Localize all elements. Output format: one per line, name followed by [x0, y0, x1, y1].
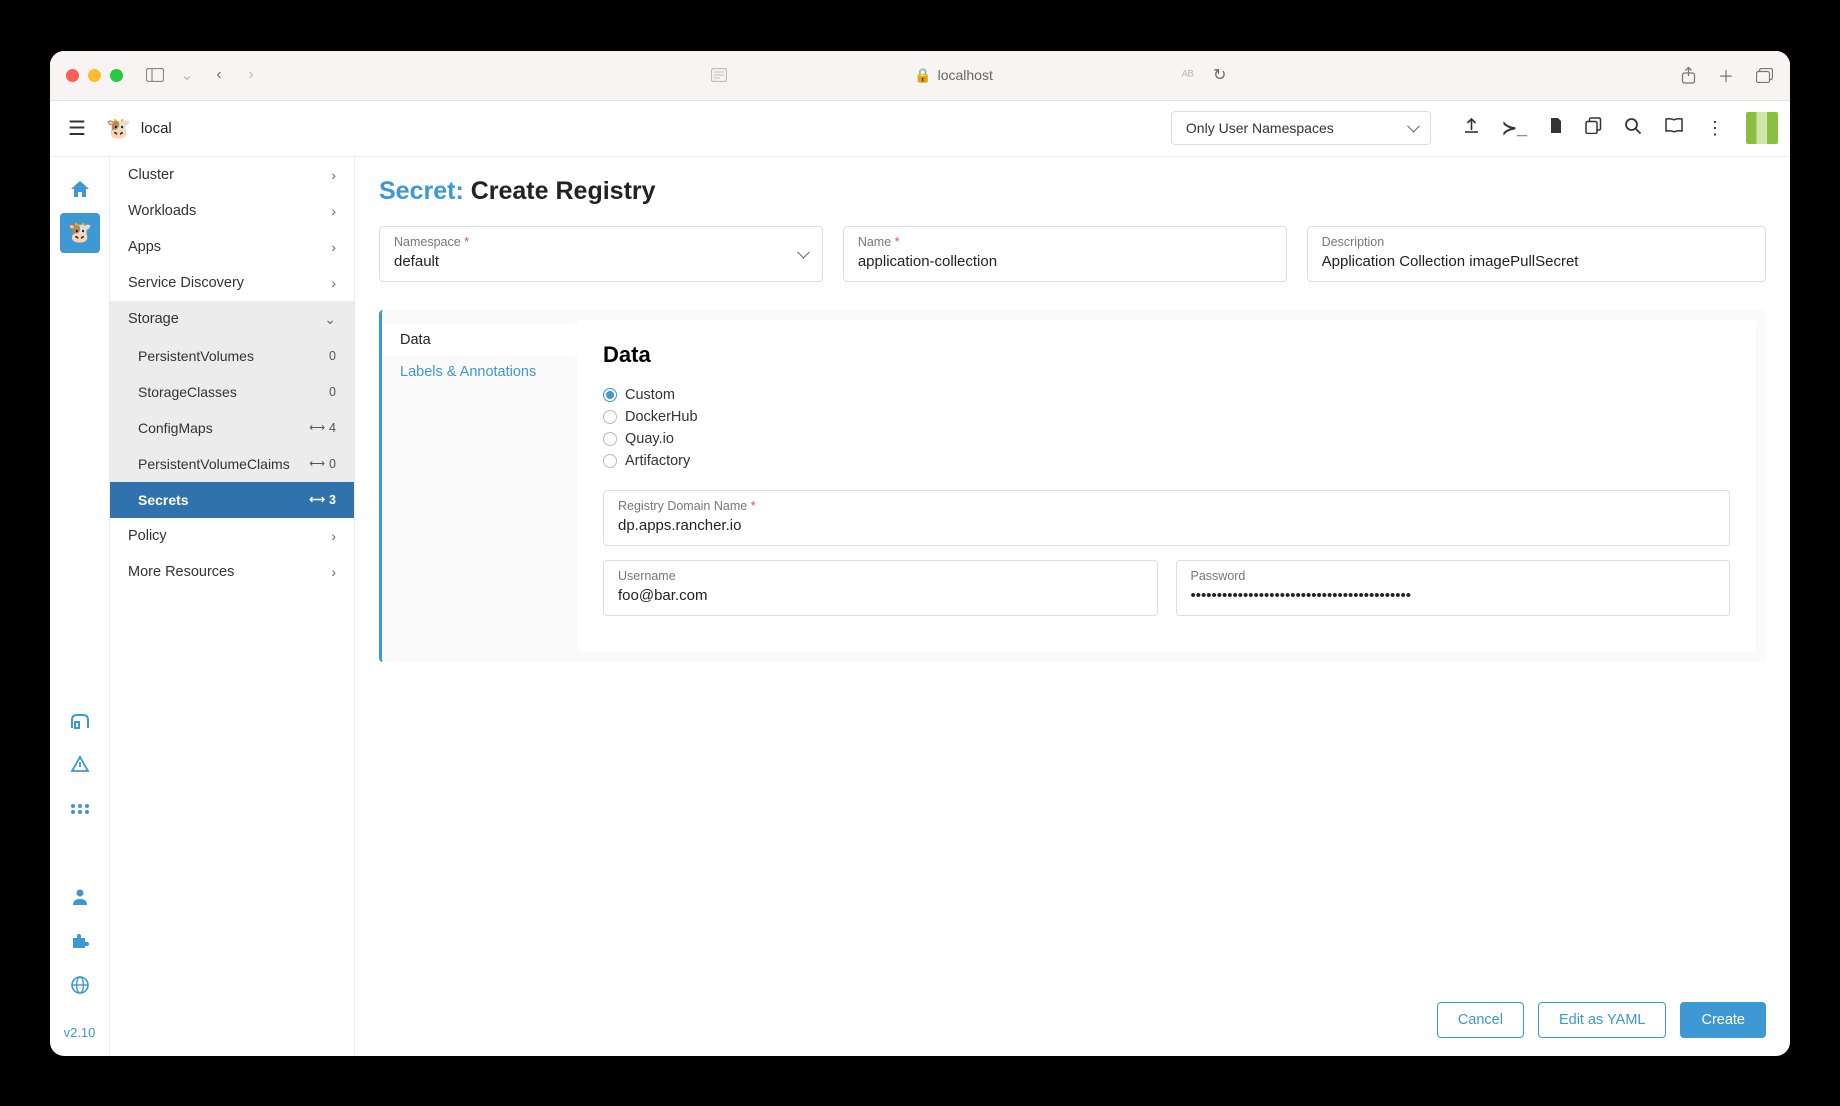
nav-pvc[interactable]: PersistentVolumeClaims⟷0	[110, 446, 354, 482]
address-bar[interactable]: 🔒 localhost	[741, 67, 1165, 84]
radio-artifactory[interactable]: Artifactory	[603, 450, 1730, 472]
nav-secrets[interactable]: Secrets⟷3	[110, 482, 354, 518]
nav-cluster[interactable]: Cluster›	[110, 157, 354, 193]
tab-data[interactable]: Data	[382, 324, 577, 356]
section-heading: Data	[603, 342, 1730, 368]
panel-tabs: Data Labels & Annotations	[382, 310, 577, 662]
nav-workloads[interactable]: Workloads›	[110, 193, 354, 229]
brand-logo	[1746, 112, 1778, 144]
copy-icon[interactable]	[1585, 117, 1602, 139]
nav-configmaps[interactable]: ConfigMaps⟷4	[110, 410, 354, 446]
namespace-select[interactable]: Namespace * default	[379, 226, 823, 282]
reload-icon[interactable]: ↻	[1210, 65, 1230, 85]
description-field[interactable]: Description	[1307, 226, 1766, 282]
header-action-icons: ≻_ ⋮	[1463, 117, 1724, 140]
rail-extensions-icon[interactable]	[60, 921, 100, 961]
password-input[interactable]	[1191, 587, 1716, 604]
radio-dot-icon	[603, 410, 617, 424]
maximize-window-icon[interactable]	[110, 69, 123, 82]
kebab-menu-icon[interactable]: ⋮	[1706, 118, 1724, 139]
new-tab-icon[interactable]: ＋	[1716, 65, 1736, 85]
reader-icon[interactable]	[709, 65, 729, 85]
close-window-icon[interactable]	[66, 69, 79, 82]
username-field[interactable]: Username	[603, 560, 1158, 616]
share-icon[interactable]	[1678, 65, 1698, 85]
radio-quay[interactable]: Quay.io	[603, 428, 1730, 450]
radio-dot-icon	[603, 432, 617, 446]
nav-storageclasses[interactable]: StorageClasses0	[110, 374, 354, 410]
cluster-sidenav: Cluster› Workloads› Apps› Service Discov…	[110, 157, 355, 1056]
lock-icon: 🔒	[914, 67, 931, 84]
browser-window: ⌄ ‹ › 🔒 localhost ᴬᴮ ↻ ＋ ☰ 🐮 local	[50, 51, 1790, 1056]
rail-compliance-icon[interactable]	[60, 745, 100, 785]
chevron-right-icon: ›	[331, 203, 336, 219]
chevron-down-icon: ⌄	[324, 311, 336, 328]
nav-service-discovery[interactable]: Service Discovery›	[110, 265, 354, 301]
rail-home[interactable]	[60, 169, 100, 209]
chevron-right-icon: ›	[331, 167, 336, 183]
radio-custom[interactable]: Custom	[603, 384, 1730, 406]
search-icon[interactable]	[1624, 117, 1642, 140]
global-nav-rail: 🐮 v2.10	[50, 157, 110, 1056]
terminal-icon[interactable]: ≻_	[1502, 118, 1527, 139]
nav-storage[interactable]: Storage⌄	[110, 301, 354, 338]
chevron-right-icon: ›	[331, 275, 336, 291]
nav-policy[interactable]: Policy›	[110, 518, 354, 554]
minimize-window-icon[interactable]	[88, 69, 101, 82]
translate-icon[interactable]: ᴬᴮ	[1178, 65, 1198, 85]
radio-dot-icon	[603, 454, 617, 468]
version-label: v2.10	[64, 1009, 96, 1056]
traffic-lights	[66, 69, 123, 82]
rail-globe-icon[interactable]	[60, 965, 100, 1005]
name-input[interactable]	[858, 253, 1272, 270]
page-title: Secret: Create Registry	[379, 177, 1766, 206]
sidebar-toggle-icon[interactable]	[145, 65, 165, 85]
chevron-right-icon: ›	[331, 564, 336, 580]
registry-domain-input[interactable]	[618, 517, 1715, 534]
nav-apps[interactable]: Apps›	[110, 229, 354, 265]
upload-icon[interactable]	[1463, 117, 1480, 139]
radio-dot-icon	[603, 388, 617, 402]
namespace-filter-select[interactable]: Only User Namespaces	[1171, 111, 1431, 145]
rail-apps-icon[interactable]	[60, 701, 100, 741]
rail-continuous-delivery-icon[interactable]	[60, 789, 100, 829]
menu-icon[interactable]: ☰	[62, 113, 92, 143]
radio-dockerhub[interactable]: DockerHub	[603, 406, 1730, 428]
nav-more-resources[interactable]: More Resources›	[110, 554, 354, 590]
chevron-right-icon: ›	[331, 239, 336, 255]
document-icon[interactable]	[1549, 117, 1563, 139]
username-input[interactable]	[618, 587, 1143, 604]
description-input[interactable]	[1322, 253, 1751, 270]
back-icon[interactable]: ‹	[209, 65, 229, 85]
chevron-right-icon: ›	[331, 528, 336, 544]
titlebar: ⌄ ‹ › 🔒 localhost ᴬᴮ ↻ ＋	[50, 51, 1790, 101]
book-icon[interactable]	[1664, 118, 1684, 139]
registry-type-radios: Custom DockerHub Quay.io Artifactory	[603, 384, 1730, 472]
edit-as-yaml-button[interactable]: Edit as YAML	[1538, 1002, 1667, 1038]
rancher-icon: 🐮	[106, 116, 131, 141]
main-content: Secret: Create Registry Namespace * defa…	[355, 157, 1790, 1056]
tab-data-content: Data Custom DockerHub Quay.io Artifactor…	[577, 320, 1756, 652]
rail-cluster[interactable]: 🐮	[60, 213, 100, 253]
tab-labels-annotations[interactable]: Labels & Annotations	[382, 356, 577, 388]
name-field[interactable]: Name *	[843, 226, 1287, 282]
app-header: ☰ 🐮 local Only User Namespaces ≻_	[50, 101, 1790, 157]
form-footer: Cancel Edit as YAML Create	[1437, 1002, 1766, 1038]
rail-user-icon[interactable]	[60, 877, 100, 917]
forward-icon[interactable]: ›	[241, 65, 261, 85]
cancel-button[interactable]: Cancel	[1437, 1002, 1524, 1038]
chevron-down-icon[interactable]: ⌄	[177, 65, 197, 85]
url-host: localhost	[938, 67, 993, 83]
cluster-label[interactable]: 🐮 local	[106, 116, 172, 141]
tabs-icon[interactable]	[1754, 65, 1774, 85]
password-field[interactable]: Password	[1176, 560, 1731, 616]
create-button[interactable]: Create	[1680, 1002, 1766, 1038]
nav-persistentvolumes[interactable]: PersistentVolumes0	[110, 338, 354, 374]
form-panel: Data Labels & Annotations Data Custom Do…	[379, 310, 1766, 662]
registry-domain-field[interactable]: Registry Domain Name *	[603, 490, 1730, 546]
